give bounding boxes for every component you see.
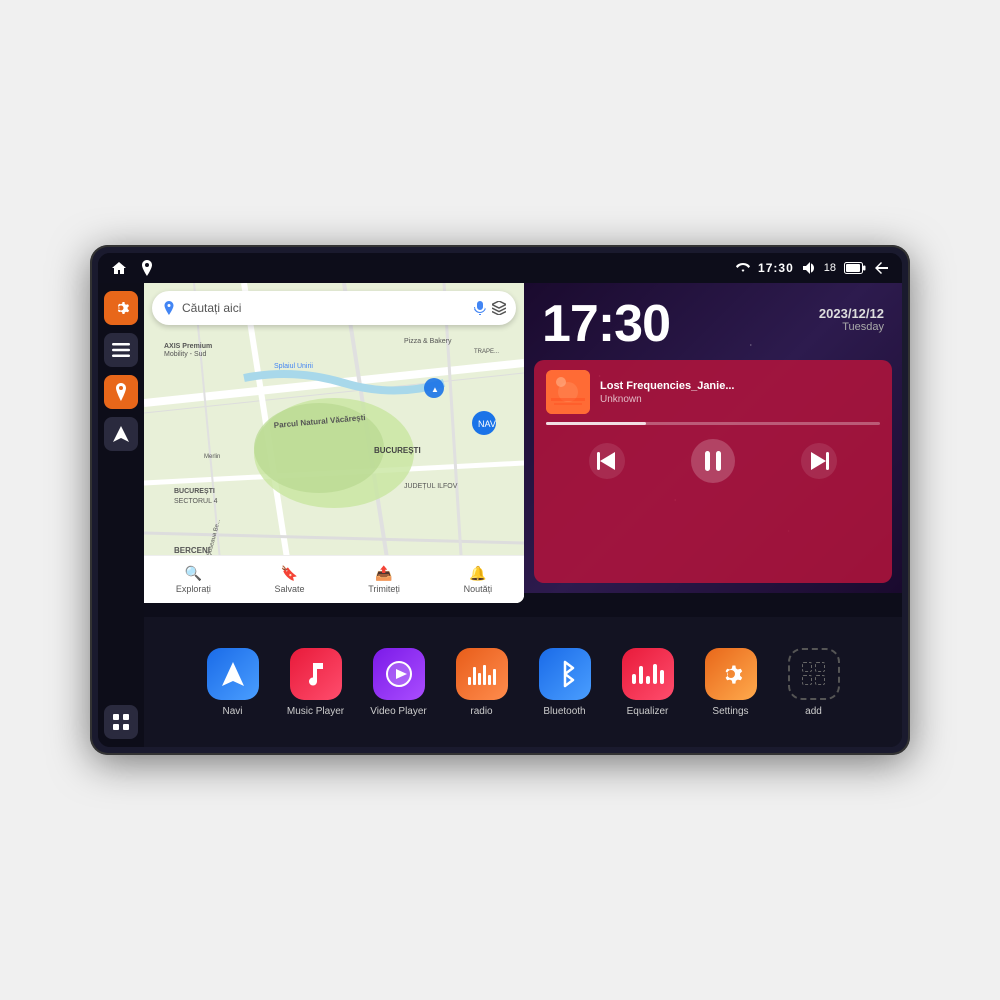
- svg-text:BERCENI: BERCENI: [174, 546, 210, 555]
- status-right: 17:30 18: [736, 261, 890, 275]
- svg-text:BUCUREȘTI: BUCUREȘTI: [174, 488, 215, 495]
- app-add[interactable]: add: [776, 648, 851, 717]
- app-navi[interactable]: Navi: [195, 648, 270, 717]
- google-maps-icon: [162, 301, 176, 315]
- music-info: Lost Frequencies_Janie... Unknown: [546, 370, 880, 414]
- radio-eq-bars: [468, 663, 496, 685]
- next-button[interactable]: [801, 443, 837, 479]
- navi-icon: [207, 648, 259, 700]
- maps-tab-explorați[interactable]: 🔍 Explorați: [176, 565, 211, 594]
- clock-date: 2023/12/12 Tuesday: [819, 298, 884, 333]
- music-player-label: Music Player: [287, 706, 344, 717]
- app-bluetooth[interactable]: Bluetooth: [527, 648, 602, 717]
- music-text: Lost Frequencies_Janie... Unknown: [600, 380, 880, 405]
- top-row: Căutați aici: [144, 283, 902, 593]
- app-radio[interactable]: radio: [444, 648, 519, 717]
- sidebar-settings-btn[interactable]: [104, 291, 138, 325]
- prev-button[interactable]: [589, 443, 625, 479]
- album-art: [546, 370, 590, 414]
- equalizer-label: Equalizer: [627, 706, 669, 717]
- right-panel: 17:30 2023/12/12 Tuesday: [524, 283, 902, 593]
- pause-button[interactable]: [691, 439, 735, 483]
- add-icon-grid: [802, 662, 826, 686]
- music-player: Lost Frequencies_Janie... Unknown: [534, 360, 892, 583]
- sidebar-menu-btn[interactable]: [104, 333, 138, 367]
- explore-label: Explorați: [176, 584, 211, 594]
- app-video-player[interactable]: Video Player: [361, 648, 436, 717]
- back-icon[interactable]: [874, 261, 890, 275]
- equalizer-icon: [622, 648, 674, 700]
- battery-level: 18: [824, 262, 836, 274]
- status-left: [110, 259, 156, 277]
- clock-section: 17:30 2023/12/12 Tuesday: [524, 283, 902, 360]
- svg-text:BUCUREȘTI: BUCUREȘTI: [374, 446, 421, 455]
- music-controls: [546, 435, 880, 487]
- sidebar-nav-btn[interactable]: [104, 417, 138, 451]
- maps-content: AXIS Premium Mobility - Sud Pizza & Bake…: [144, 283, 524, 603]
- svg-text:SECTORUL 4: SECTORUL 4: [174, 498, 218, 505]
- svg-text:TRAPE...: TRAPE...: [474, 349, 499, 355]
- bluetooth-icon: [539, 648, 591, 700]
- clock-time: 17:30: [542, 298, 670, 350]
- music-artist: Unknown: [600, 394, 880, 405]
- svg-text:▲: ▲: [431, 385, 439, 394]
- explore-icon: 🔍: [185, 565, 202, 582]
- video-player-icon: [373, 648, 425, 700]
- home-icon[interactable]: [110, 259, 128, 277]
- svg-text:Merlin: Merlin: [204, 454, 220, 460]
- maps-tab-salvate[interactable]: 🔖 Salvate: [275, 565, 305, 594]
- car-head-unit: 17:30 18: [90, 245, 910, 755]
- screen: 17:30 18: [98, 253, 902, 747]
- settings-app-label: Settings: [712, 706, 748, 717]
- maps-search-text: Căutați aici: [182, 301, 468, 315]
- add-icon: [788, 648, 840, 700]
- clock-year: 2023/12/12: [819, 306, 884, 321]
- maps-tab-noutăți[interactable]: 🔔 Noutăți: [464, 565, 493, 594]
- svg-text:JUDEȚUL ILFOV: JUDEȚUL ILFOV: [404, 483, 458, 490]
- maps-bottom-tabs: 🔍 Explorați 🔖 Salvate 📤 Trimiteți: [144, 555, 524, 603]
- svg-text:AXIS Premium: AXIS Premium: [164, 343, 212, 350]
- wifi-icon: [736, 262, 750, 274]
- svg-text:NAV: NAV: [478, 419, 496, 429]
- time-display: 17:30: [758, 261, 794, 275]
- clock-weekday: Tuesday: [819, 321, 884, 333]
- video-player-label: Video Player: [370, 706, 427, 717]
- mic-icon[interactable]: [474, 301, 486, 315]
- sidebar: [98, 283, 144, 747]
- svg-text:Mobility - Sud: Mobility - Sud: [164, 351, 207, 358]
- maps-search-bar[interactable]: Căutați aici: [152, 291, 516, 325]
- music-progress-bar[interactable]: [546, 422, 880, 425]
- add-label: add: [805, 706, 822, 717]
- sidebar-grid-btn[interactable]: [104, 705, 138, 739]
- battery-icon: [844, 262, 866, 274]
- status-bar: 17:30 18: [98, 253, 902, 283]
- saved-icon: 🔖: [281, 565, 298, 582]
- app-equalizer[interactable]: Equalizer: [610, 648, 685, 717]
- music-title: Lost Frequencies_Janie...: [600, 380, 880, 392]
- maps-tab-trimiteți[interactable]: 📤 Trimiteți: [368, 565, 400, 594]
- share-icon: 📤: [375, 565, 392, 582]
- sidebar-maps-btn[interactable]: [104, 375, 138, 409]
- main-content: Căutați aici: [98, 283, 902, 747]
- maps-panel[interactable]: Căutați aici: [144, 283, 524, 603]
- news-icon: 🔔: [469, 565, 486, 582]
- svg-text:Pizza & Bakery: Pizza & Bakery: [404, 338, 452, 345]
- radio-icon: [456, 648, 508, 700]
- news-label: Noutăți: [464, 584, 493, 594]
- volume-icon: [802, 262, 816, 274]
- music-player-icon: [290, 648, 342, 700]
- center-area: Căutați aici: [144, 283, 902, 747]
- layers-icon[interactable]: [492, 301, 506, 315]
- saved-label: Salvate: [275, 584, 305, 594]
- app-music-player[interactable]: Music Player: [278, 648, 353, 717]
- bluetooth-label: Bluetooth: [543, 706, 585, 717]
- share-label: Trimiteți: [368, 584, 400, 594]
- radio-label: radio: [470, 706, 492, 717]
- app-grid: Navi Music Player: [144, 617, 902, 747]
- svg-text:Splaiul Unirii: Splaiul Unirii: [274, 363, 313, 370]
- settings-icon: [705, 648, 757, 700]
- navi-label: Navi: [222, 706, 242, 717]
- app-settings[interactable]: Settings: [693, 648, 768, 717]
- location-icon[interactable]: [138, 259, 156, 277]
